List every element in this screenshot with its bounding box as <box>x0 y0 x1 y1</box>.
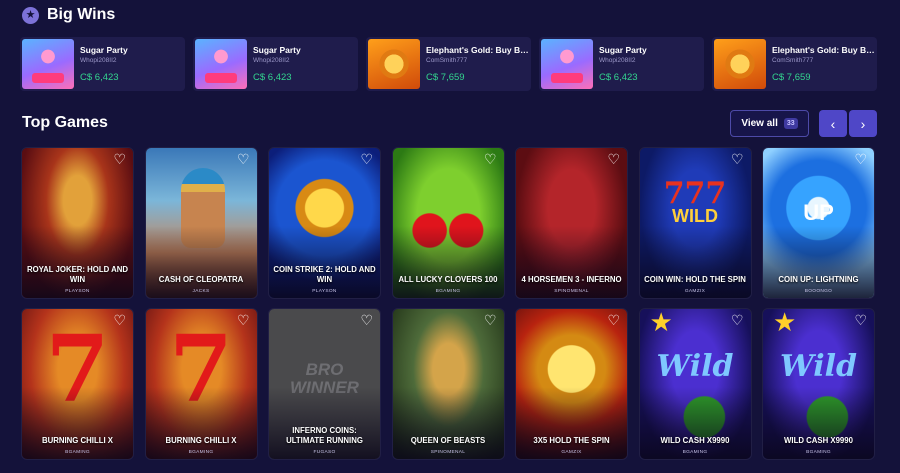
game-title: BURNING CHILLI X <box>165 435 237 445</box>
heart-icon[interactable]: ♡ <box>607 152 620 166</box>
game-title: 4 HORSEMEN 3 - INFERNO <box>521 274 622 284</box>
big-win-game-name: Sugar Party <box>253 45 301 55</box>
game-thumbnail <box>22 39 74 89</box>
game-title: COIN WIN: HOLD THE SPIN <box>644 274 746 284</box>
game-provider: BOOONGO <box>804 289 833 294</box>
game-thumbnail <box>195 39 247 89</box>
game-provider: BGAMING <box>682 450 708 455</box>
big-wins-title: Big Wins <box>47 6 116 23</box>
heart-icon[interactable]: ♡ <box>854 152 867 166</box>
game-title: COIN UP: LIGHTNING <box>778 274 859 284</box>
chevron-right-icon: › <box>860 115 866 132</box>
heart-icon[interactable]: ♡ <box>731 313 744 327</box>
heart-icon[interactable]: ♡ <box>854 313 867 327</box>
top-games-grid: ♡ ROYAL JOKER: HOLD AND WIN PLAYSON ♡ CASH … <box>21 147 877 460</box>
heart-icon[interactable]: ♡ <box>607 313 620 327</box>
big-win-card[interactable]: Elephant's Gold: Buy Bo... ComSmith777 C… <box>712 37 877 91</box>
big-win-card[interactable]: Sugar Party Whopi208II2 C$ 6,423 <box>20 37 185 91</box>
game-provider: PLAYSON <box>65 289 90 294</box>
big-win-username: ComSmith777 <box>426 57 468 64</box>
big-win-username: Whopi208II2 <box>80 57 117 64</box>
game-thumbnail <box>714 39 766 89</box>
heart-icon[interactable]: ♡ <box>237 313 250 327</box>
game-provider: SPINOMENAL <box>554 289 589 294</box>
game-provider: GAMZIX <box>684 289 706 294</box>
game-title: BURNING CHILLI X <box>41 435 114 445</box>
game-provider: SPINOMENAL <box>430 450 466 455</box>
big-wins-list: Sugar Party Whopi208II2 C$ 6,423 Sugar P… <box>20 37 880 91</box>
game-tile[interactable]: ♡ INFERNO COINS: ULTIMATE RUNNING FUGASO <box>268 308 381 460</box>
game-title: WILD CASH X9990 <box>660 435 730 445</box>
star-icon: ★ <box>22 6 39 24</box>
game-tile[interactable]: ♡ 4 HORSEMEN 3 - INFERNO SPINOMENAL <box>515 147 628 299</box>
heart-icon[interactable]: ♡ <box>484 313 497 327</box>
view-all-count-badge: 33 <box>783 118 798 129</box>
big-win-amount: C$ 6,423 <box>253 72 292 83</box>
big-win-game-name: Elephant's Gold: Buy Bo... <box>772 45 875 55</box>
game-tile[interactable]: ♡ COIN UP: LIGHTNING BOOONGO <box>762 147 875 299</box>
big-win-username: Whopi208II2 <box>253 57 290 64</box>
heart-icon[interactable]: ♡ <box>484 152 497 166</box>
game-title: COIN STRIKE 2: HOLD AND WIN <box>273 265 376 284</box>
game-title: CASH OF CLEOPATRA <box>158 274 244 284</box>
game-tile[interactable]: ♡ BURNING CHILLI X BGAMING <box>144 308 258 460</box>
game-tile[interactable]: ♡ ROYAL JOKER: HOLD AND WIN PLAYSON <box>21 147 134 299</box>
heart-icon[interactable]: ♡ <box>237 152 250 166</box>
big-win-amount: C$ 7,659 <box>426 72 465 83</box>
game-provider: BGAMING <box>435 289 461 294</box>
game-provider: BGAMING <box>188 450 214 455</box>
game-title: ALL LUCKY CLOVERS 100 <box>398 274 498 284</box>
game-tile[interactable]: ♡ COIN STRIKE 2: HOLD AND WIN PLAYSON <box>268 147 381 299</box>
game-tile[interactable]: ♡ CASH OF CLEOPATRA JACKS <box>144 147 258 299</box>
game-tile[interactable]: ♡ QUEEN OF BEASTS SPINOMENAL <box>391 308 505 460</box>
view-all-label: View all <box>741 118 778 129</box>
game-tile[interactable]: ♡ ALL LUCKY CLOVERS 100 BGAMING <box>391 147 505 299</box>
big-win-game-name: Elephant's Gold: Buy Bo... <box>426 45 529 55</box>
big-win-amount: C$ 6,423 <box>80 72 119 83</box>
game-title: QUEEN OF BEASTS <box>410 435 486 445</box>
view-all-button[interactable]: View all 33 <box>730 110 809 137</box>
heart-icon[interactable]: ♡ <box>113 313 126 327</box>
game-tile[interactable]: ♡ WILD CASH X9990 BGAMING <box>762 308 875 460</box>
big-win-card[interactable]: Sugar Party Whopi208II2 C$ 6,423 <box>193 37 358 91</box>
game-thumbnail <box>541 39 593 89</box>
heart-icon[interactable]: ♡ <box>731 152 744 166</box>
big-win-game-name: Sugar Party <box>599 45 647 55</box>
game-title: INFERNO COINS: ULTIMATE RUNNING <box>286 426 363 445</box>
carousel-prev-button[interactable]: ‹ <box>819 110 847 137</box>
big-win-amount: C$ 7,659 <box>772 72 811 83</box>
game-thumbnail <box>368 39 420 89</box>
heart-icon[interactable]: ♡ <box>360 152 373 166</box>
game-provider: JACKS <box>192 289 210 294</box>
carousel-next-button[interactable]: › <box>849 110 877 137</box>
game-provider: BGAMING <box>65 450 90 455</box>
big-win-username: ComSmith777 <box>772 57 814 64</box>
game-provider: GAMZIX <box>561 450 582 455</box>
big-win-username: Whopi208II2 <box>599 57 636 64</box>
game-tile[interactable]: ♡ 3X5 HOLD THE SPIN GAMZIX <box>515 308 628 460</box>
game-provider: FUGASO <box>313 450 336 455</box>
game-tile[interactable]: ♡ COIN WIN: HOLD THE SPIN GAMZIX <box>638 147 752 299</box>
big-win-game-name: Sugar Party <box>80 45 128 55</box>
game-provider: BGAMING <box>806 450 831 455</box>
big-win-amount: C$ 6,423 <box>599 72 638 83</box>
game-title: ROYAL JOKER: HOLD AND WIN <box>26 265 129 284</box>
heart-icon[interactable]: ♡ <box>113 152 126 166</box>
big-win-card[interactable]: Sugar Party Whopi208II2 C$ 6,423 <box>539 37 704 91</box>
top-games-title: Top Games <box>22 114 108 131</box>
game-tile[interactable]: ♡ BURNING CHILLI X BGAMING <box>21 308 134 460</box>
big-win-card[interactable]: Elephant's Gold: Buy Bo... ComSmith777 C… <box>366 37 531 91</box>
game-tile[interactable]: ♡ WILD CASH X9990 BGAMING <box>638 308 752 460</box>
game-title: 3X5 HOLD THE SPIN <box>533 435 610 445</box>
chevron-left-icon: ‹ <box>830 115 836 132</box>
big-wins-header: ★ Big Wins <box>22 4 115 26</box>
game-title: WILD CASH X9990 <box>784 435 853 445</box>
heart-icon[interactable]: ♡ <box>360 313 373 327</box>
game-provider: PLAYSON <box>312 289 337 294</box>
